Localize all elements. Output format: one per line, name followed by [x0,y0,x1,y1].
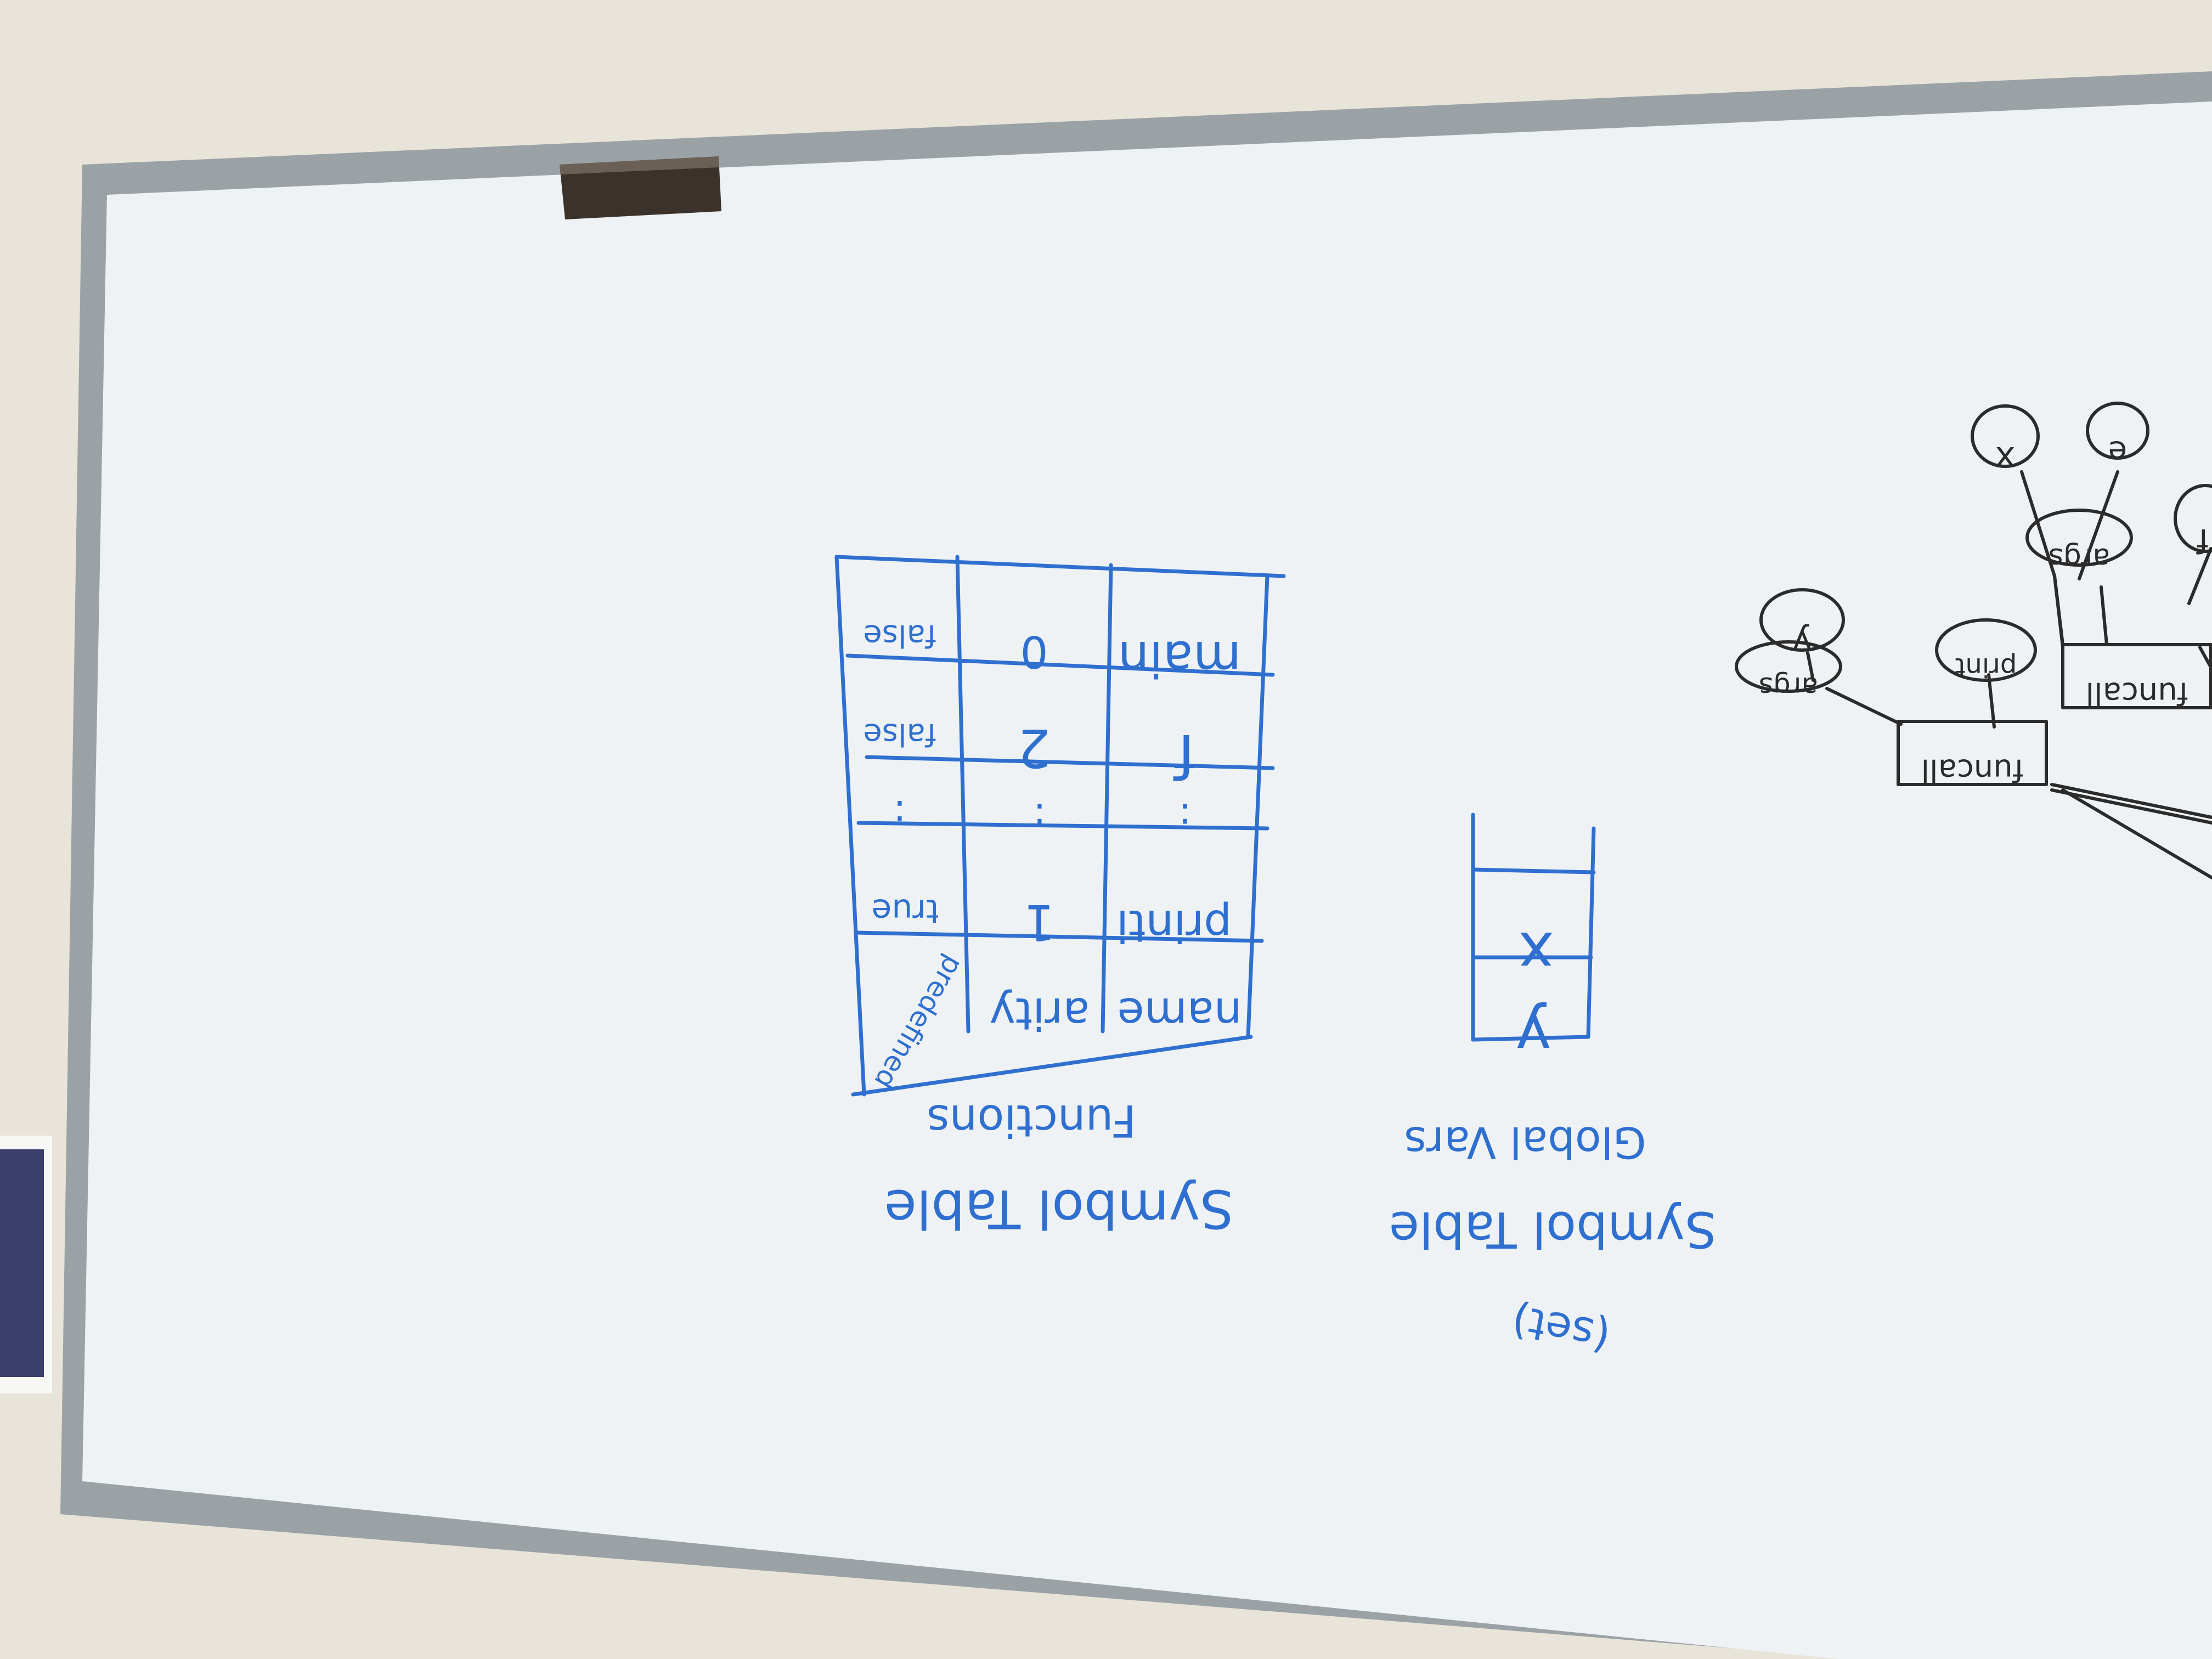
tree-label-funcall-1: funcall [1921,752,2024,788]
tree-label-args-2: args [2049,541,2110,574]
header-name: name [1118,988,1242,1039]
globals-caption-title: Symbol Table [1389,1200,1717,1258]
board-surface [82,101,2212,1659]
table-line [1471,867,1596,874]
functions-caption-title: Symbol Table [884,1178,1233,1239]
wall-sign [0,1136,52,1393]
globals-caption-sub: Global Vars [1404,1117,1646,1166]
tree-label-x: x [1995,439,2015,477]
globals-cell-x: x [1518,918,1554,989]
eraser [560,156,721,219]
cell-ellipsis-arity: : [1033,794,1046,839]
photo-scene: false 0 main false 2 f : :: true 1 prin… [0,0,2212,1659]
functions-caption-sub: Functions [927,1095,1136,1146]
cell-printi-arity: 1 [1024,893,1055,951]
tree-label-f: f [2196,521,2209,560]
whiteboard-photo: false 0 main false 2 f : :: true 1 prin… [0,0,2212,1659]
header-arity: arity [990,988,1090,1039]
tree-label-args-1: args [1759,671,1818,703]
cell-main-predefined: false [863,618,936,653]
cell-printi-name: printi [1116,900,1232,951]
tree-label-funcall-2: funcall [2086,675,2188,711]
cell-ellipsis-predefined: : [893,792,906,837]
cell-main-arity: 0 [1020,626,1048,677]
tree-label-e: e [2108,434,2127,470]
tree-label-print: print [1955,652,2017,682]
globals-cell-y: y [1515,1001,1551,1071]
cell-f-arity: 2 [1017,717,1051,778]
cell-f-name: f [1173,721,1195,791]
cell-f-predefined: false [863,716,936,752]
cell-ellipsis-name: : [1178,794,1192,839]
cell-main-name: main [1118,630,1242,687]
cell-printi-predefined: true [871,891,939,930]
